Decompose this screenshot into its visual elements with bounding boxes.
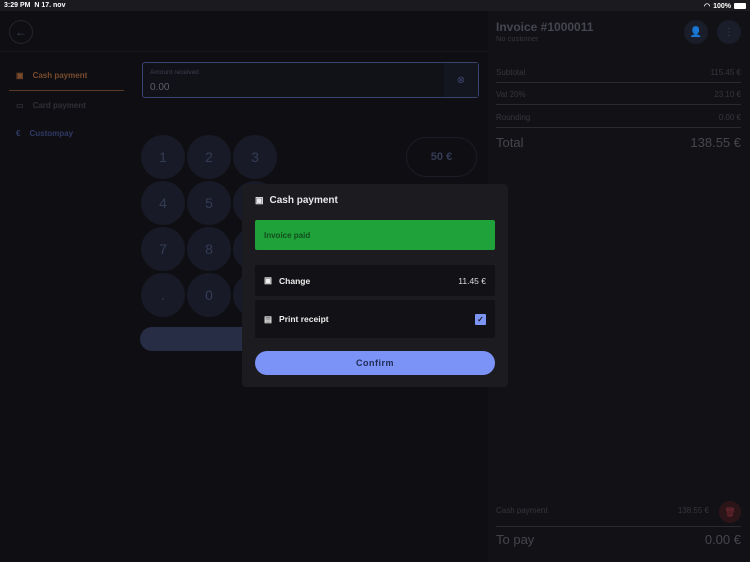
trash-icon: 🗑 <box>724 506 736 517</box>
label: Cash payment <box>32 71 88 80</box>
wifi-icon: ◠ <box>703 3 711 10</box>
label: Card payment <box>32 101 86 110</box>
amount-value: 0.00 <box>150 82 170 93</box>
status-bar: 3:29 PM N 17. nov ◠ 100% <box>0 0 750 11</box>
vat-row: Vat 20% 23.10 € <box>496 90 741 105</box>
total-row: Total 138.55 € <box>496 135 741 150</box>
quick-amount-button[interactable]: 50 € <box>406 137 477 177</box>
receipt-icon: ▤ <box>264 313 273 324</box>
invoice-paid-banner: Invoice paid <box>255 220 495 250</box>
keypad-key[interactable]: 4 <box>141 181 185 225</box>
delete-payment-button[interactable]: 🗑 <box>719 501 741 523</box>
add-customer-button[interactable]: 👤 <box>684 20 708 44</box>
back-button[interactable]: ← <box>9 20 33 44</box>
arrow-left-icon: ← <box>15 25 27 39</box>
card-icon: ▭ <box>16 101 24 110</box>
label: Custompay <box>29 129 74 138</box>
keypad-key[interactable]: 1 <box>141 135 185 179</box>
to-pay-row: To pay 0.00 € <box>496 532 741 547</box>
keypad-key[interactable]: 2 <box>187 135 231 179</box>
print-receipt-checkbox[interactable]: ✓ <box>475 313 486 325</box>
clear-icon[interactable]: ⊗ <box>444 63 478 97</box>
keypad-key[interactable]: . <box>141 273 185 317</box>
keypad-key[interactable]: 7 <box>141 227 185 271</box>
cash-icon: ▣ <box>264 275 273 285</box>
keypad-key[interactable]: 0 <box>187 273 231 317</box>
more-vertical-icon: ⋮ <box>724 26 734 38</box>
keypad-key[interactable]: 3 <box>233 135 277 179</box>
divider <box>496 526 741 527</box>
sidebar-item-custompay[interactable]: € Custompay <box>16 129 73 138</box>
keypad-key[interactable]: 5 <box>187 181 231 225</box>
status-right: ◠ 100% <box>704 2 746 10</box>
cash-icon: ▣ <box>255 195 264 205</box>
keypad-key[interactable]: 8 <box>187 227 231 271</box>
confirm-button[interactable]: Confirm <box>255 351 495 375</box>
sidebar-item-cash[interactable]: ▣ Cash payment <box>16 71 87 80</box>
dialog-title: ▣ Cash payment <box>255 195 338 206</box>
customer-label: No customer <box>496 34 539 43</box>
more-button[interactable]: ⋮ <box>717 20 741 44</box>
print-receipt-row[interactable]: ▤ Print receipt ✓ <box>255 300 495 338</box>
sidebar-item-card[interactable]: ▭ Card payment <box>16 101 86 110</box>
battery-icon <box>734 3 746 9</box>
invoice-title: Invoice #1000011 <box>496 20 594 34</box>
header <box>0 11 488 52</box>
euro-icon: € <box>16 129 21 138</box>
cash-payment-dialog: ▣ Cash payment Invoice paid ▣ Change 11.45 … <box>242 184 508 387</box>
rounding-row: Rounding 0.00 € <box>496 113 741 128</box>
amount-label: Amount received <box>150 69 199 76</box>
active-underline <box>9 90 124 91</box>
add-user-icon: 👤 <box>689 26 703 38</box>
change-row: ▣ Change 11.45 € <box>255 265 495 296</box>
status-time: 3:29 PM N 17. nov <box>4 2 66 9</box>
subtotal-row: Subtotal 115.45 € <box>496 68 741 83</box>
amount-input[interactable]: Amount received 0.00 ⊗ <box>142 62 479 98</box>
payment-row: Cash payment 138.55 € <box>496 506 709 515</box>
cash-icon: ▣ <box>16 71 24 80</box>
